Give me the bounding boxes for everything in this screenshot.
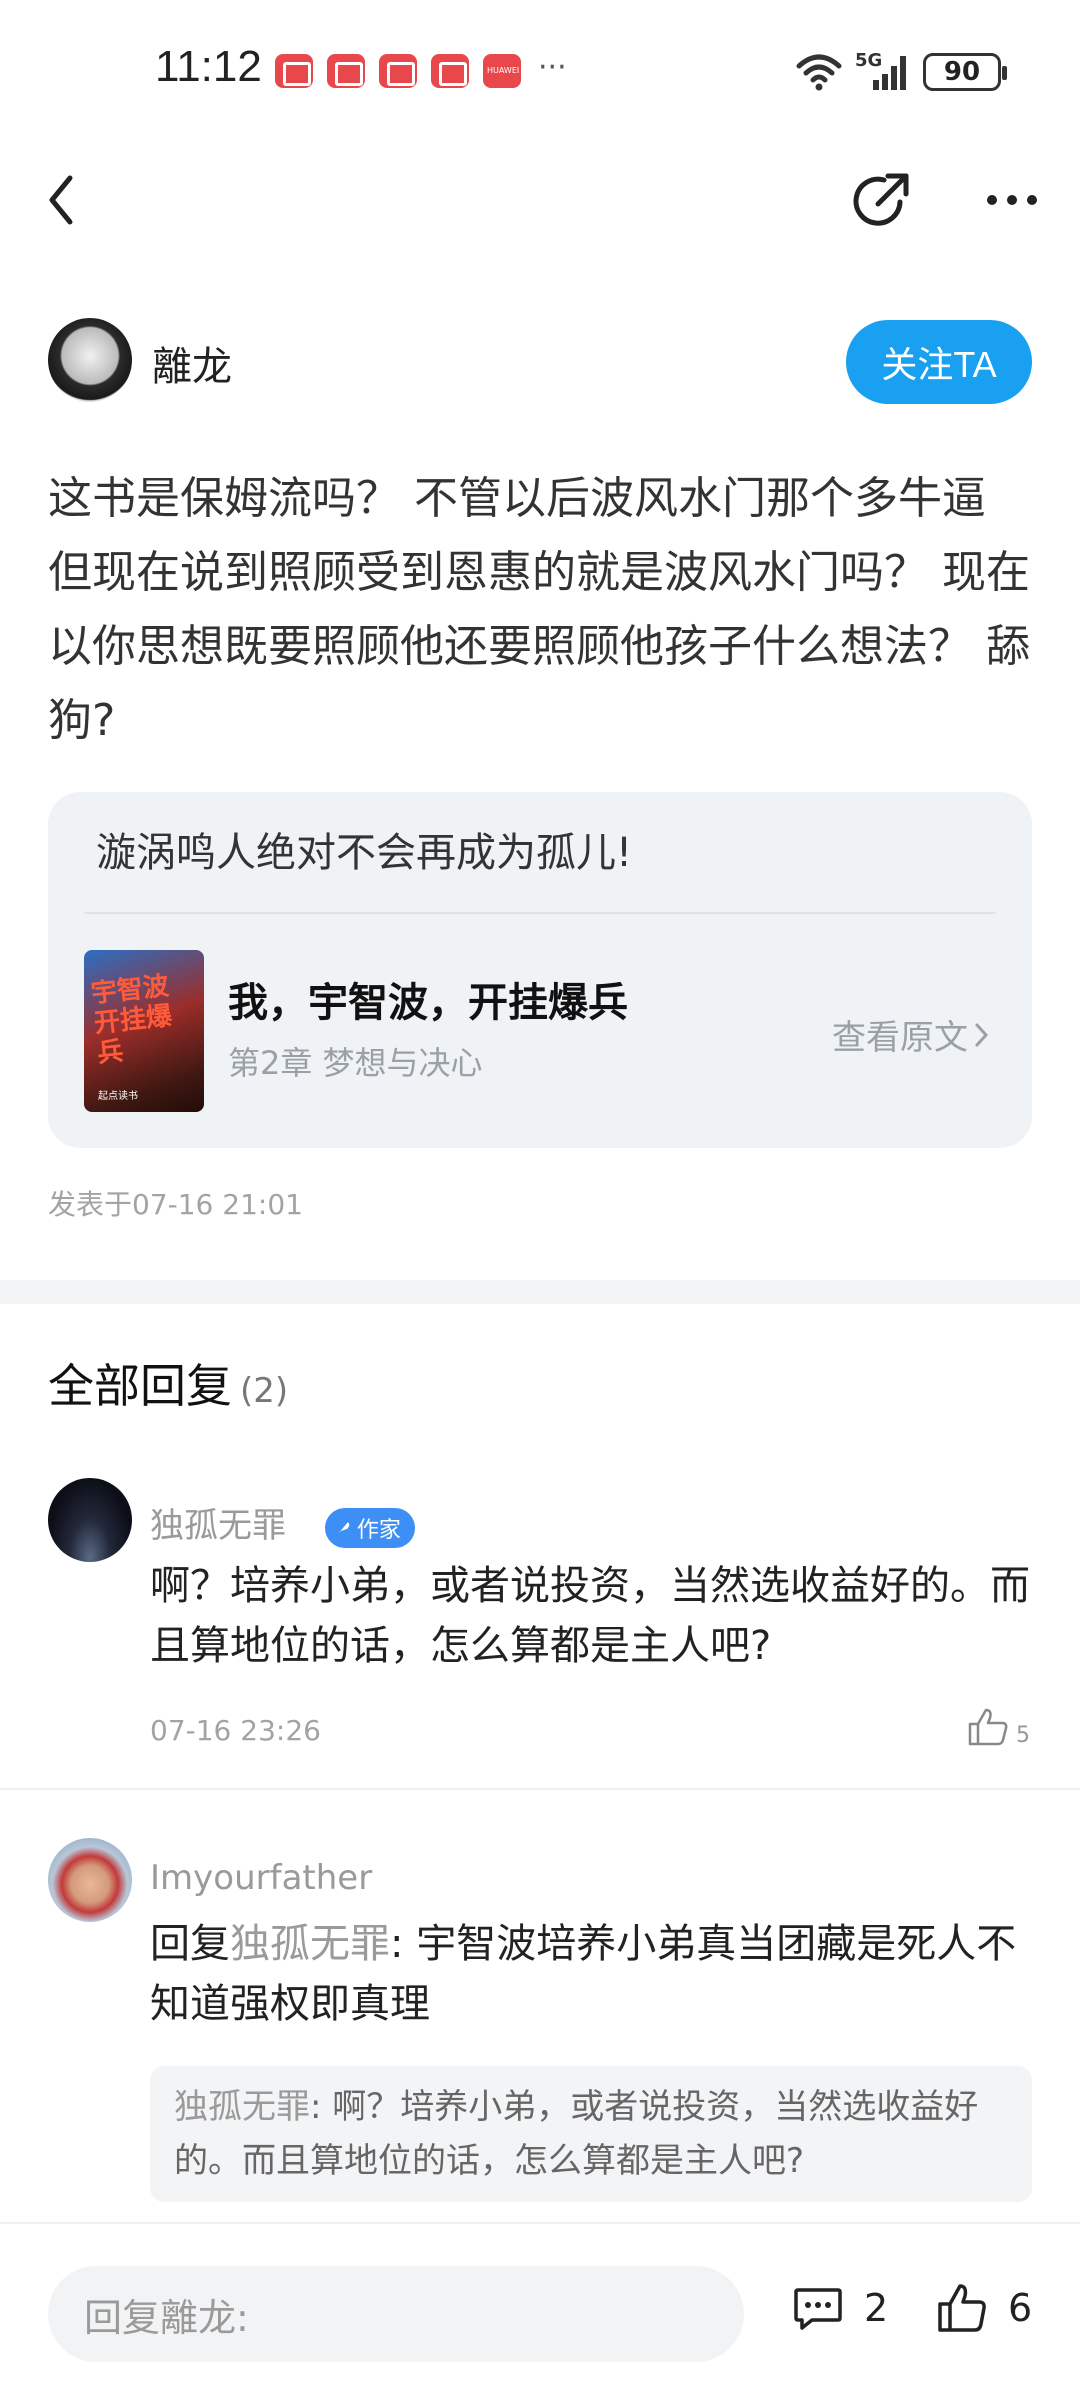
more-options-icon[interactable] xyxy=(982,180,1042,220)
quoted-reply[interactable]: 独孤无罪: 啊？培养小弟，或者说投资，当然选收益好的。而且算地位的话，怎么算都是… xyxy=(150,2066,1032,2202)
quoted-passage: 漩涡鸣人绝对不会再成为孤儿! xyxy=(96,830,633,876)
status-bar: 11:12 ··· 5G 90 xyxy=(0,0,1080,150)
reply-time: 07-16 23:26 xyxy=(150,1714,321,1747)
thumbs-up-icon xyxy=(968,1708,1008,1746)
replies-count: (2) xyxy=(240,1371,289,1411)
reply-text: 啊？培养小弟，或者说投资，当然选收益好的。而且算地位的话，怎么算都是主人吧? xyxy=(150,1563,1030,1669)
thumbs-up-icon xyxy=(938,2284,986,2332)
reply-author-name: 独孤无罪 xyxy=(150,1506,286,1546)
section-divider xyxy=(0,1280,1080,1304)
top-nav xyxy=(0,150,1080,250)
reader-app-icon xyxy=(275,54,313,88)
reply-avatar[interactable] xyxy=(48,1838,132,1922)
card-divider xyxy=(84,912,996,914)
quoted-author: 独孤无罪 xyxy=(174,2087,310,2127)
view-original-link[interactable]: 查看原文 xyxy=(832,1010,990,1059)
comment-button[interactable]: 2 xyxy=(792,2282,888,2334)
reply-like-button[interactable]: 5 xyxy=(966,1704,1030,1748)
replies-header: 全部回复 (2) xyxy=(48,1350,288,1416)
chevron-right-icon xyxy=(975,1023,989,1046)
status-time: 11:12 xyxy=(155,42,262,91)
view-original-label: 查看原文 xyxy=(832,1018,968,1058)
book-cover-publisher: 起点读书 xyxy=(98,1091,138,1102)
author-avatar[interactable] xyxy=(48,318,132,402)
like-button[interactable]: 6 xyxy=(936,2282,1032,2334)
book-chapter: 第2章 梦想与决心 xyxy=(228,1044,483,1082)
writer-badge: 作家 xyxy=(324,1507,415,1548)
reply-input[interactable]: 回复離龙: xyxy=(48,2266,744,2362)
share-icon[interactable] xyxy=(848,168,914,234)
quote-card[interactable]: 漩涡鸣人绝对不会再成为孤儿! 宇智波 开挂爆兵 起点读书 我，宇智波，开挂爆兵 … xyxy=(48,792,1032,1148)
reply-author[interactable]: 独孤无罪 作家 xyxy=(150,1498,415,1548)
post-timestamp: 发表于07-16 21:01 xyxy=(48,1188,303,1221)
reply-mention[interactable]: 独孤无罪 xyxy=(230,1921,390,1967)
cellular-icon: 5G xyxy=(855,50,911,92)
reply-avatar[interactable] xyxy=(48,1478,132,1562)
bottom-bar: 回复離龙: 2 6 xyxy=(0,2222,1080,2400)
post-author-row: 離龙 关注TA xyxy=(48,318,1032,406)
reply-text: 回复独孤无罪: 宇智波培养小弟真当团藏是死人不知道强权即真理 xyxy=(150,1914,1030,2034)
replies-title: 全部回复 xyxy=(48,1359,232,1413)
more-notifications-icon: ··· xyxy=(538,50,567,85)
comment-count: 2 xyxy=(864,2286,889,2330)
comment-icon xyxy=(794,2288,842,2330)
author-name[interactable]: 離龙 xyxy=(152,334,232,392)
battery-indicator: 90 xyxy=(923,53,1007,91)
huawei-store-icon xyxy=(483,54,521,88)
post-body: 这书是保姆流吗？ 不管以后波风水门那个多牛逼 但现在说到照顾受到恩惠的就是波风水… xyxy=(48,473,1030,746)
reader-app-icon xyxy=(431,54,469,88)
wifi-icon xyxy=(796,54,842,91)
reply-like-count: 5 xyxy=(1016,1723,1030,1748)
follow-button[interactable]: 关注TA xyxy=(846,320,1032,404)
book-cover[interactable]: 宇智波 开挂爆兵 起点读书 xyxy=(84,950,204,1112)
book-cover-title: 宇智波 开挂爆兵 xyxy=(89,971,174,1069)
like-count: 6 xyxy=(1008,2286,1033,2330)
writer-badge-label: 作家 xyxy=(356,1517,401,1543)
reader-app-icon xyxy=(327,54,365,88)
reader-app-icon xyxy=(379,54,417,88)
back-arrow-icon[interactable] xyxy=(42,170,82,230)
book-title[interactable]: 我，宇智波，开挂爆兵 xyxy=(228,970,628,1028)
reply-prefix: 回复 xyxy=(150,1921,230,1967)
system-icons: 5G 90 xyxy=(795,50,1007,92)
feather-icon xyxy=(337,1521,350,1534)
reply-divider xyxy=(0,1788,1080,1790)
reply-author-name[interactable]: Imyourfather xyxy=(150,1858,372,1898)
notification-icons xyxy=(275,54,521,88)
